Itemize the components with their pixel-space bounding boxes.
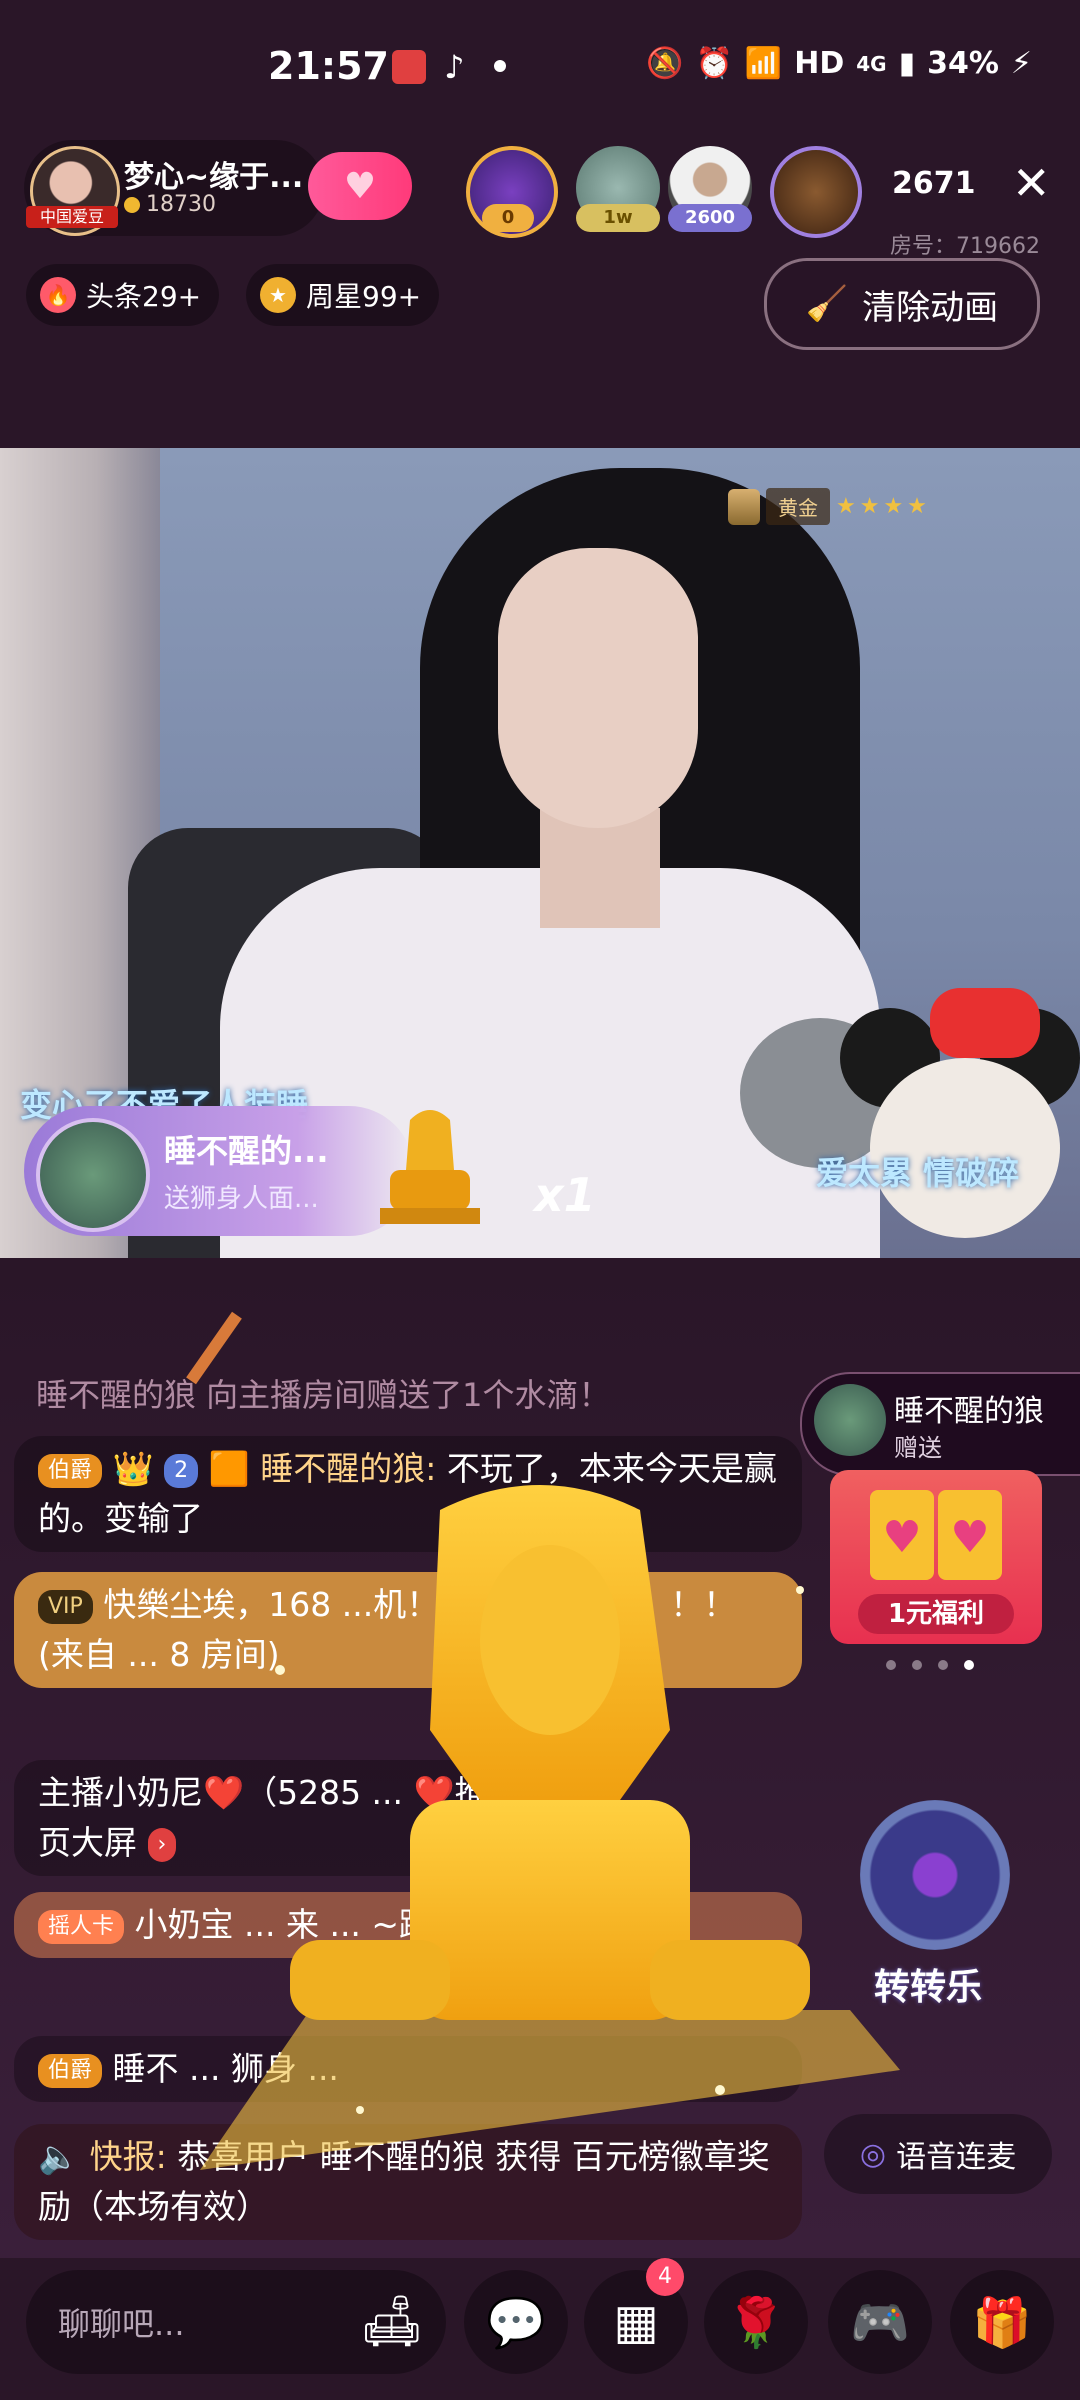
follow-button[interactable]: ♥ [308,152,412,220]
tag-weekly-star-label: 周星99+ [306,280,422,313]
promo-avatar[interactable] [814,1384,886,1456]
video-overlay-right: 爱太累 情破碎 [816,1154,1020,1192]
svg-text:♥: ♥ [950,1512,989,1563]
signal-icon: ▮ [898,46,916,81]
sofa-icon[interactable]: 🛋 [360,2292,423,2351]
battery-percent: 34% [927,46,999,81]
fan-badge: 2 [164,1453,199,1488]
network-label: 4G [856,51,887,76]
tag-weekly-star[interactable]: ★ 周星99+ [246,264,440,326]
rank-stars: ★★★★ [836,494,931,519]
sphinx-gift-icon [380,1110,480,1224]
streamer-face [498,548,698,828]
tag-headline[interactable]: 🔥 头条29+ [26,264,220,326]
promo-sub: 赠送 [894,1434,942,1462]
star-icon: ★ [260,277,296,313]
host-coins: 18730 [124,192,216,217]
tag-headline-label: 头条29+ [86,280,202,313]
comment-icon: 💬 [486,2294,546,2351]
heart-plus-icon: ♥ [343,165,377,207]
game-button[interactable]: 🎮 [828,2270,932,2374]
clear-animation-label: 清除动画 [862,287,999,328]
wifi-icon: 📶 [744,46,783,81]
crown-icon: 👑 [112,1449,154,1488]
room-number: 房号：719662 [890,234,1040,259]
status-time: 21:57 [268,44,389,88]
hd-label: HD [794,46,845,81]
rank-label: 黄金 [766,488,830,525]
viewer-badge-3: 2600 [668,204,752,232]
coin-icon [124,196,140,213]
notification-dot-icon [494,60,506,72]
gift-sender-name: 睡不醒的... [164,1132,329,1170]
clear-animation-button[interactable]: 🧹 清除动画 [764,258,1040,350]
host-name: 梦心~缘于... [124,160,304,195]
vip-badge: VIP [38,1589,93,1624]
level-badge: 伯爵 [38,1453,103,1488]
viewer-count[interactable]: 2671 [892,166,976,201]
rose-button[interactable]: 🌹 [704,2270,808,2374]
gamepad-icon: 🎮 [850,2294,910,2351]
speaker-icon: 🔈 [38,2137,80,2176]
carousel-dot [912,1660,922,1670]
status-right: 🔕 ⏰ 📶 HD 4G ▮ 34% ⚡ [646,46,1032,81]
rose-icon: 🌹 [726,2294,786,2351]
close-icon[interactable]: ✕ [1012,160,1051,206]
tiktok-icon: ♪ [444,48,465,86]
bulletin-prefix: 快报: [89,2137,167,2176]
flame-icon: 🔥 [40,277,76,313]
viewer-badge-2: 1w [576,204,660,232]
promo-name: 睡不醒的狼 [894,1394,1044,1429]
host-coins-value: 18730 [146,192,216,217]
chat-message-system: 睡不醒的狼 向主播房间赠送了1个水滴！ [36,1376,611,1414]
viewer-badge-1: 0 [482,204,534,232]
comment-button[interactable]: 💬 [464,2270,568,2374]
screen-record-icon [392,50,426,84]
viewer-avatar-4[interactable] [770,146,862,238]
apps-badge: 4 [646,2258,684,2296]
carousel-dot [938,1660,948,1670]
broom-icon: 🧹 [805,284,849,324]
arrow-right-icon[interactable]: › [147,1827,177,1862]
level-badge: 伯爵 [38,2053,103,2088]
grid-icon: ▦ [613,2294,659,2350]
gift-icon: 🎁 [972,2294,1032,2351]
invite-card-badge: 摇人卡 [38,1909,125,1944]
gift-count: x1 [534,1168,596,1222]
alarm-icon: ⏰ [695,46,733,81]
sphinx-gift-animation [200,1485,900,2170]
mute-icon: 🔕 [646,46,684,81]
rank-badge: 黄金 ★★★★ [728,488,931,525]
plush-toy [840,988,1080,1248]
gift-description: 送狮身人面... [164,1184,319,1214]
gift-sender-avatar[interactable] [36,1118,150,1232]
host-badge: 中国爱豆 [26,206,118,228]
gift-button[interactable]: 🎁 [950,2270,1054,2374]
rank-shield-icon [728,488,760,525]
carousel-dot-active [964,1660,974,1670]
battery-charging-icon: ⚡ [1010,46,1032,81]
voice-link-label: 语音连麦 [896,2140,1017,2175]
